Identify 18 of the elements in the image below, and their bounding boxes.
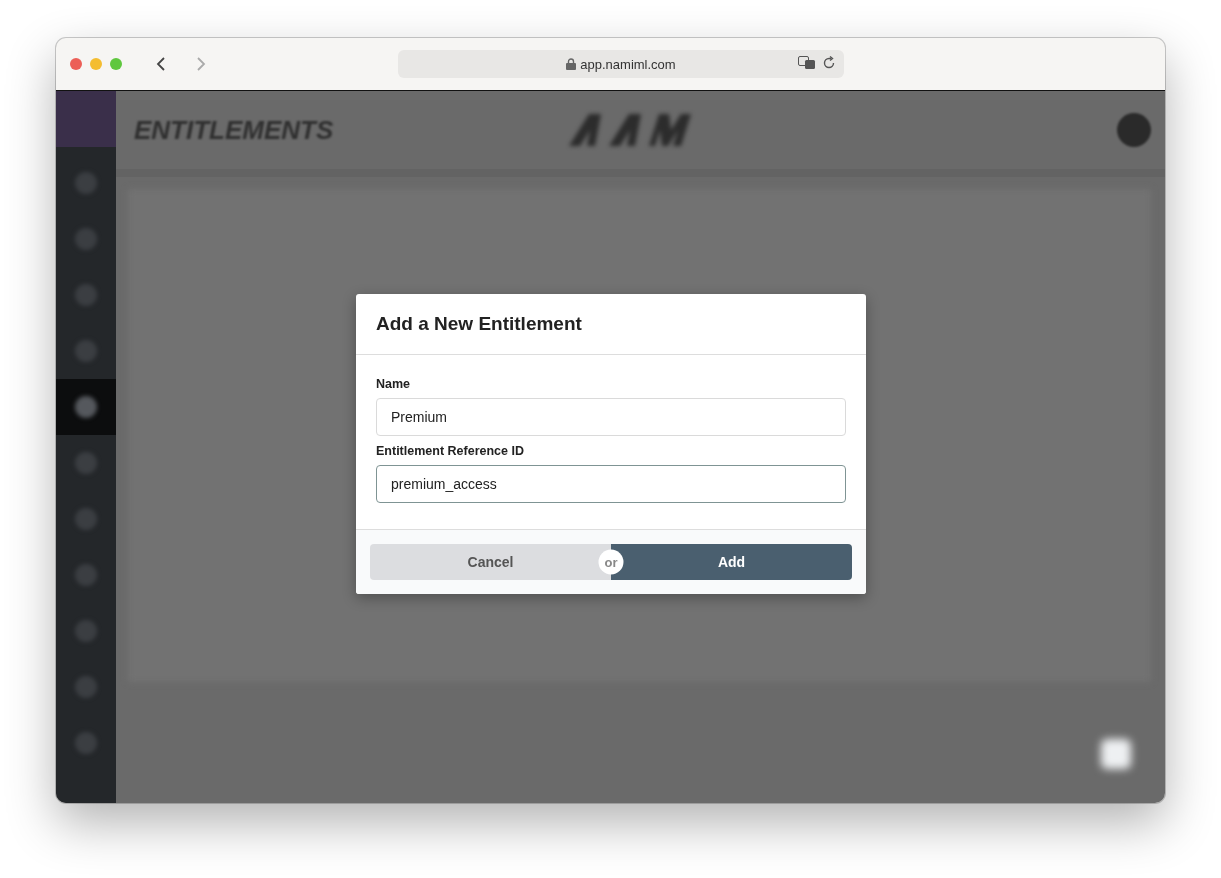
address-bar[interactable]: app.namiml.com	[398, 50, 844, 78]
zoom-window-button[interactable]	[110, 58, 122, 70]
sidebar-item[interactable]	[56, 379, 116, 435]
text-field[interactable]: premium_access	[376, 465, 846, 503]
avatar[interactable]	[1117, 113, 1151, 147]
field-label: Name	[376, 377, 412, 391]
close-window-button[interactable]	[70, 58, 82, 70]
app-logo	[56, 91, 116, 147]
translate-icon[interactable]	[798, 56, 816, 70]
text-field[interactable]: Premium	[376, 398, 846, 436]
lock-icon	[566, 58, 577, 70]
field-label: Entitlement Reference ID	[376, 444, 525, 458]
chat-icon[interactable]	[1101, 739, 1131, 769]
reload-icon[interactable]	[822, 56, 836, 70]
dialog-title: Add a New Entitlement	[376, 313, 582, 335]
url-text: app.namiml.com	[580, 56, 676, 72]
page-title: ENTITLEMENTS	[134, 114, 335, 146]
minimize-window-button[interactable]	[90, 58, 102, 70]
